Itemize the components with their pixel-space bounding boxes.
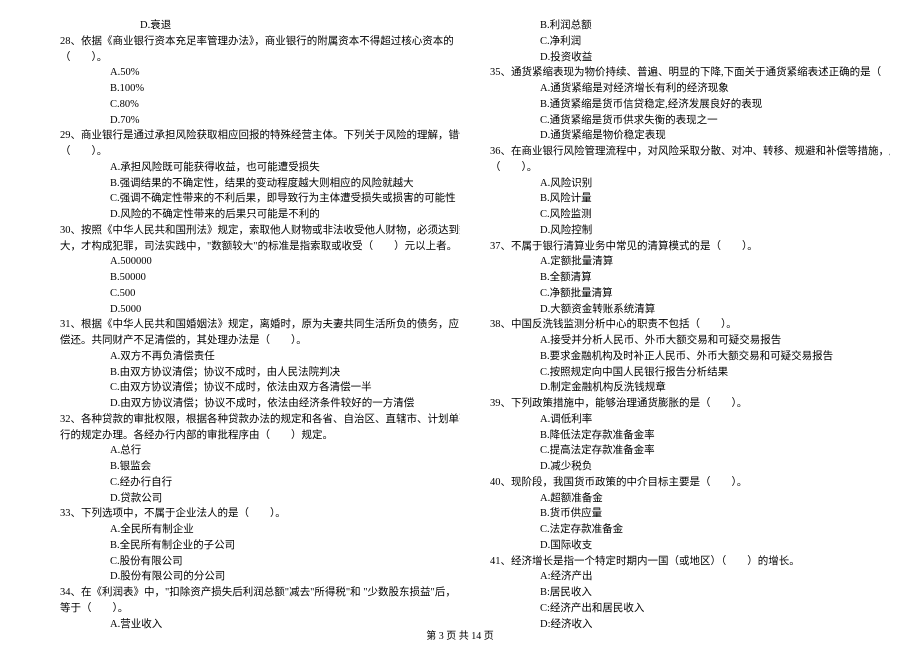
q40-option-c: C.法定存款准备金 bbox=[490, 522, 890, 538]
q28-option-a: A.50% bbox=[60, 65, 460, 81]
q32-stem-1: 32、各种贷款的审批权限，根据各种贷款办法的规定和各省、自治区、直辖市、计划单列… bbox=[60, 412, 460, 428]
q31-stem-1: 31、根据《中华人民共和国婚姻法》规定，离婚时，原为夫妻共同生活所负的债务，应当… bbox=[60, 317, 460, 333]
q36-option-d: D.风险控制 bbox=[490, 223, 890, 239]
q28-option-d: D.70% bbox=[60, 113, 460, 129]
q41-option-a: A:经济产出 bbox=[490, 569, 890, 585]
q37-option-a: A.定额批量清算 bbox=[490, 254, 890, 270]
q32-stem-2: 行的规定办理。各经办行内部的审批程序由（ ）规定。 bbox=[60, 428, 460, 444]
q29-stem-1: 29、商业银行是通过承担风险获取相应回报的特殊经营主体。下列关于风险的理解，错误… bbox=[60, 128, 460, 144]
q35-option-c: C.通货紧缩是货币供求失衡的表现之一 bbox=[490, 113, 890, 129]
q36-option-a: A.风险识别 bbox=[490, 176, 890, 192]
q29-option-c: C.强调不确定性带来的不利后果，即导致行为主体遭受损失或损害的可能性 bbox=[60, 191, 460, 207]
q31-option-a: A.双方不再负清偿责任 bbox=[60, 349, 460, 365]
q31-stem-2: 偿还。共同财产不足清偿的，其处理办法是（ ）。 bbox=[60, 333, 460, 349]
q39-stem-1: 39、下列政策措施中，能够治理通货膨胀的是（ ）。 bbox=[490, 396, 890, 412]
q37-stem-1: 37、不属于银行清算业务中常见的清算模式的是（ ）。 bbox=[490, 239, 890, 255]
q41-stem-1: 41、经济增长是指一个特定时期内一国（或地区）（ ）的增长。 bbox=[490, 554, 890, 570]
q33-option-b: B.全民所有制企业的子公司 bbox=[60, 538, 460, 554]
q39-option-d: D.减少税负 bbox=[490, 459, 890, 475]
q34-stem-2: 等于（ ）。 bbox=[60, 601, 460, 617]
q31-option-c: C.由双方协议清偿；协议不成时，依法由双方各清偿一半 bbox=[60, 380, 460, 396]
q38-option-a: A.接受并分析人民币、外币大额交易和可疑交易报告 bbox=[490, 333, 890, 349]
q39-option-b: B.降低法定存款准备金率 bbox=[490, 428, 890, 444]
q28-option-b: B.100% bbox=[60, 81, 460, 97]
q30-option-c: C.500 bbox=[60, 286, 460, 302]
q28-stem-2: （ ）。 bbox=[60, 50, 460, 66]
q37-option-c: C.净额批量清算 bbox=[490, 286, 890, 302]
q30-option-a: A.500000 bbox=[60, 254, 460, 270]
q40-stem-1: 40、现阶段，我国货币政策的中介目标主要是（ ）。 bbox=[490, 475, 890, 491]
q35-option-d: D.通货紧缩是物价稳定表现 bbox=[490, 128, 890, 144]
q32-option-d: D.贷款公司 bbox=[60, 491, 460, 507]
q40-option-d: D.国际收支 bbox=[490, 538, 890, 554]
q33-option-c: C.股份有限公司 bbox=[60, 554, 460, 570]
page-footer: 第 3 页 共 14 页 bbox=[0, 627, 920, 642]
q36-stem-2: （ ）。 bbox=[490, 160, 890, 176]
q33-option-d: D.股份有限公司的分公司 bbox=[60, 569, 460, 585]
q36-stem-1: 36、在商业银行风险管理流程中，对风险采取分散、对冲、转移、规避和补偿等措施，属… bbox=[490, 144, 890, 160]
q34-option-c: C.净利润 bbox=[490, 34, 890, 50]
q30-option-b: B.50000 bbox=[60, 270, 460, 286]
q32-option-c: C.经办行自行 bbox=[60, 475, 460, 491]
q36-option-c: C.风险监测 bbox=[490, 207, 890, 223]
left-column: D.衰退 28、依据《商业银行资本充足率管理办法》，商业银行的附属资本不得超过核… bbox=[60, 18, 460, 632]
q38-stem-1: 38、中国反洗钱监测分析中心的职责不包括（ ）。 bbox=[490, 317, 890, 333]
q29-option-b: B.强调结果的不确定性，结果的变动程度越大则相应的风险就越大 bbox=[60, 176, 460, 192]
q30-stem-2: 大，才构成犯罪，司法实践中，"数额较大"的标准是指索取或收受（ ）元以上者。 bbox=[60, 239, 460, 255]
q33-option-a: A.全民所有制企业 bbox=[60, 522, 460, 538]
q38-option-b: B.要求金融机构及时补正人民币、外币大额交易和可疑交易报告 bbox=[490, 349, 890, 365]
q28-option-c: C.80% bbox=[60, 97, 460, 113]
q41-option-b: B:居民收入 bbox=[490, 585, 890, 601]
q35-option-b: B.通货紧缩是货币信贷稳定,经济发展良好的表现 bbox=[490, 97, 890, 113]
q37-option-d: D.大额资金转账系统清算 bbox=[490, 302, 890, 318]
q30-stem-1: 30、按照《中华人民共和国刑法》规定，索取他人财物或非法收受他人财物，必须达到数… bbox=[60, 223, 460, 239]
q31-option-d: D.由双方协议清偿；协议不成时，依法由经济条件较好的一方清偿 bbox=[60, 396, 460, 412]
q32-option-a: A.总行 bbox=[60, 443, 460, 459]
q37-option-b: B.全额清算 bbox=[490, 270, 890, 286]
q39-option-c: C.提高法定存款准备金率 bbox=[490, 443, 890, 459]
q41-option-c: C:经济产出和居民收入 bbox=[490, 601, 890, 617]
q36-option-b: B.风险计量 bbox=[490, 191, 890, 207]
q30-option-d: D.5000 bbox=[60, 302, 460, 318]
q29-option-d: D.风险的不确定性带来的后果只可能是不利的 bbox=[60, 207, 460, 223]
q34-stem-1: 34、在《利润表》中，"扣除资产损失后利润总额"减去"所得税"和 "少数股东损益… bbox=[60, 585, 460, 601]
q33-stem-1: 33、下列选项中，不属于企业法人的是（ ）。 bbox=[60, 506, 460, 522]
q35-option-a: A.通货紧缩是对经济增长有利的经济现象 bbox=[490, 81, 890, 97]
q34-option-b: B.利润总额 bbox=[490, 18, 890, 34]
right-column: B.利润总额 C.净利润 D.投资收益 35、通货紧缩表现为物价持续、普遍、明显… bbox=[490, 18, 890, 632]
q40-option-b: B.货币供应量 bbox=[490, 506, 890, 522]
q31-option-b: B.由双方协议清偿；协议不成时，由人民法院判决 bbox=[60, 365, 460, 381]
q38-option-c: C.按照规定向中国人民银行报告分析结果 bbox=[490, 365, 890, 381]
prev-question-option-d: D.衰退 bbox=[60, 18, 460, 34]
q39-option-a: A.调低利率 bbox=[490, 412, 890, 428]
q29-option-a: A.承担风险既可能获得收益，也可能遭受损失 bbox=[60, 160, 460, 176]
q32-option-b: B.银监会 bbox=[60, 459, 460, 475]
q40-option-a: A.超额准备金 bbox=[490, 491, 890, 507]
q29-stem-2: （ ）。 bbox=[60, 144, 460, 160]
q38-option-d: D.制定金融机构反洗钱规章 bbox=[490, 380, 890, 396]
q34-option-d: D.投资收益 bbox=[490, 50, 890, 66]
q35-stem-1: 35、通货紧缩表现为物价持续、普遍、明显的下降,下面关于通货紧缩表述正确的是（ … bbox=[490, 65, 890, 81]
q28-stem-1: 28、依据《商业银行资本充足率管理办法》，商业银行的附属资本不得超过核心资本的 bbox=[60, 34, 460, 50]
two-column-layout: D.衰退 28、依据《商业银行资本充足率管理办法》，商业银行的附属资本不得超过核… bbox=[60, 18, 860, 632]
